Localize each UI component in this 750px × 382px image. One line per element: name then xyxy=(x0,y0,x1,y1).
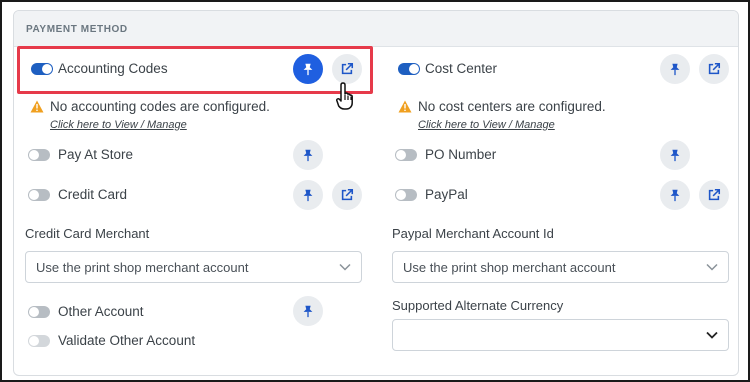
credit-card-label: Credit Card xyxy=(58,187,128,202)
cost-center-warning: No cost centers are configured. xyxy=(418,99,606,114)
external-link-icon xyxy=(341,188,354,201)
paypal-pin-button[interactable] xyxy=(660,180,690,210)
hand-cursor-icon xyxy=(335,82,353,110)
pin-icon xyxy=(303,189,313,202)
other-account-toggle[interactable] xyxy=(28,306,50,318)
accounting-codes-manage-link[interactable]: Click here to View / Manage xyxy=(50,119,187,131)
external-link-icon xyxy=(708,62,721,75)
credit-card-merchant-select[interactable]: Use the print shop merchant account xyxy=(25,251,362,283)
po-number-toggle[interactable] xyxy=(395,149,417,161)
accounting-codes-warning: No accounting codes are configured. xyxy=(50,99,270,114)
po-number-pin-button[interactable] xyxy=(660,140,690,170)
paypal-merchant-select[interactable]: Use the print shop merchant account xyxy=(392,251,729,283)
other-account-pin-button[interactable] xyxy=(293,296,323,326)
cost-center-pin-button[interactable] xyxy=(660,54,690,84)
alternate-currency-select[interactable] xyxy=(392,319,729,351)
po-number-label: PO Number xyxy=(425,147,497,162)
pin-icon xyxy=(303,149,313,162)
highlight-box xyxy=(17,46,373,94)
paypal-merchant-label: Paypal Merchant Account Id xyxy=(392,226,554,241)
alternate-currency-label: Supported Alternate Currency xyxy=(392,298,564,313)
pay-at-store-pin-button[interactable] xyxy=(293,140,323,170)
chevron-down-icon xyxy=(706,263,718,271)
validate-other-account-label: Validate Other Account xyxy=(58,333,196,348)
cost-center-label: Cost Center xyxy=(425,61,498,76)
warning-icon xyxy=(398,100,412,113)
validate-other-account-toggle[interactable] xyxy=(28,335,50,347)
paypal-open-button[interactable] xyxy=(699,180,729,210)
credit-card-merchant-value: Use the print shop merchant account xyxy=(36,259,249,275)
pin-icon xyxy=(670,63,680,76)
pay-at-store-toggle[interactable] xyxy=(28,149,50,161)
cost-center-toggle[interactable] xyxy=(398,63,420,75)
paypal-toggle[interactable] xyxy=(395,189,417,201)
credit-card-open-button[interactable] xyxy=(332,180,362,210)
chevron-down-icon xyxy=(339,263,351,271)
window-frame: PAYMENT METHOD Accounting Codes No accou… xyxy=(0,0,750,382)
card-header: PAYMENT METHOD xyxy=(14,11,738,47)
cost-center-manage-link[interactable]: Click here to View / Manage xyxy=(418,119,555,131)
pay-at-store-label: Pay At Store xyxy=(58,147,134,162)
other-account-label: Other Account xyxy=(58,304,144,319)
warning-icon xyxy=(30,100,44,113)
external-link-icon xyxy=(708,188,721,201)
paypal-merchant-value: Use the print shop merchant account xyxy=(403,259,616,275)
credit-card-merchant-label: Credit Card Merchant xyxy=(25,226,150,241)
pin-icon xyxy=(303,305,313,318)
credit-card-pin-button[interactable] xyxy=(293,180,323,210)
pin-icon xyxy=(670,149,680,162)
chevron-down-icon xyxy=(706,331,718,339)
pin-icon xyxy=(670,189,680,202)
paypal-label: PayPal xyxy=(425,187,468,202)
cost-center-open-button[interactable] xyxy=(699,54,729,84)
credit-card-toggle[interactable] xyxy=(28,189,50,201)
section-title: PAYMENT METHOD xyxy=(26,24,128,35)
